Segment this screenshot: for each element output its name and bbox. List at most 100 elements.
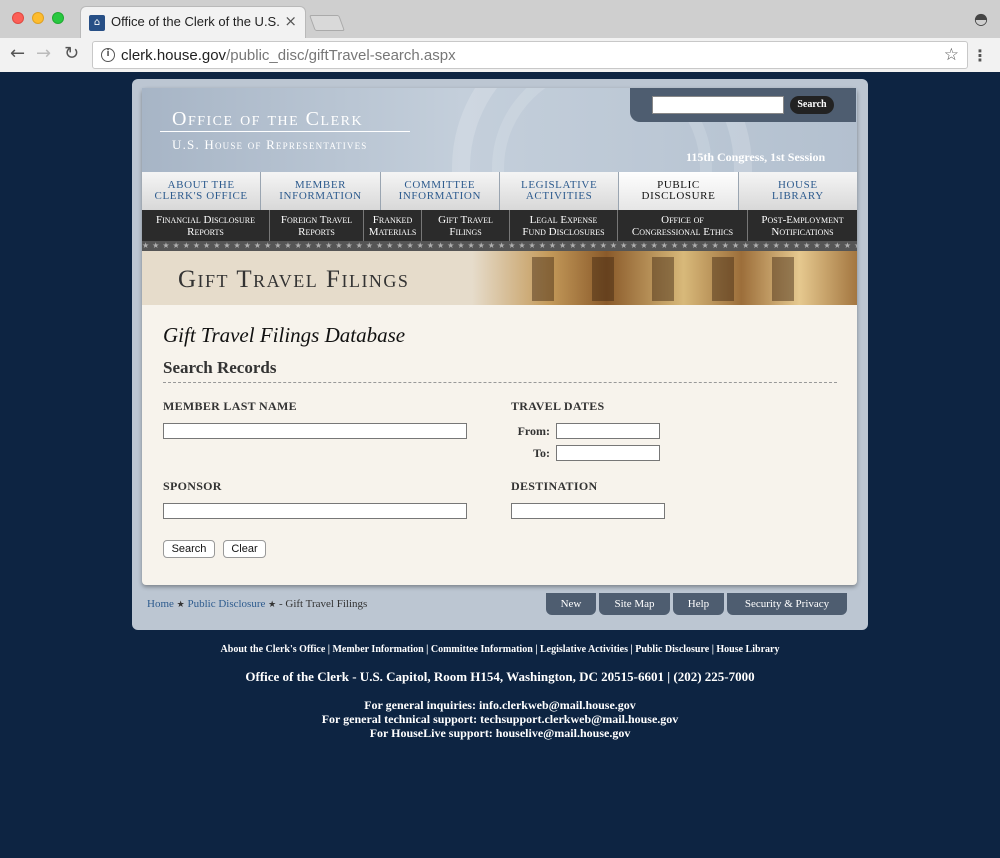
subnav-label-line1: Office of (661, 214, 704, 226)
breadcrumb-current: - Gift Travel Filings (278, 598, 368, 610)
page-title: Gift Travel Filings Database (163, 323, 406, 347)
bookmark-star-icon[interactable]: ☆ (944, 45, 959, 65)
nav-label-line2: Clerk's Office (154, 190, 248, 202)
site-search-input[interactable] (652, 96, 784, 114)
footer-general-inquiries: For general inquiries: info.clerkweb@mai… (364, 698, 636, 712)
subnav-label-line1: Post-Employment (761, 214, 844, 226)
security-privacy-button[interactable]: Security & Privacy (727, 593, 847, 615)
subnav-post-employment-notifications[interactable]: Post-Employment Notifications (748, 210, 857, 241)
browser-tab[interactable]: ⌂ Office of the Clerk of the U.S. × (80, 6, 306, 38)
banner-title: Gift Travel Filings (178, 266, 410, 293)
site-map-button[interactable]: Site Map (599, 593, 670, 615)
subnav-label-line1: Franked (372, 214, 413, 226)
breadcrumb-public-disclosure-link[interactable]: Public Disclosure (187, 598, 265, 610)
subnav-label-line2: Congressional Ethics (631, 226, 734, 238)
subnav-office-of-congressional-ethics[interactable]: Office of Congressional Ethics (618, 210, 748, 241)
footer-houselive-support: For HouseLive support: houselive@mail.ho… (369, 726, 631, 740)
to-date-input[interactable] (556, 445, 660, 461)
subnav-label-line1: Gift Travel (438, 214, 493, 226)
breadcrumb-star-icon: ★ (176, 599, 185, 609)
capitol-favicon-icon: ⌂ (89, 15, 105, 31)
sub-navigation: Financial Disclosure Reports Foreign Trav… (142, 210, 857, 241)
nav-member-information[interactable]: Member Information (261, 172, 381, 210)
member-last-name-label: MEMBER LAST NAME (163, 399, 297, 413)
nav-legislative-activities[interactable]: Legislative Activities (500, 172, 620, 210)
maximize-window-button[interactable] (52, 12, 64, 24)
new-tab-button[interactable] (309, 15, 345, 31)
footer-technical-support: For general technical support: techsuppo… (321, 712, 679, 726)
destination-label: DESTINATION (511, 479, 598, 493)
help-button[interactable]: Help (673, 593, 724, 615)
congress-session: 115th Congress, 1st Session (686, 150, 826, 164)
url-path: /public_disc/giftTravel-search.aspx (226, 47, 456, 64)
subnav-label-line2: Notifications (771, 226, 834, 238)
nav-label-line2: Information (398, 190, 482, 202)
banner-portrait (712, 257, 734, 301)
subnav-gift-travel-filings[interactable]: Gift Travel Filings (422, 210, 510, 241)
to-date-label: To: (533, 446, 550, 460)
footer-links[interactable]: About the Clerk's Office | Member Inform… (0, 644, 1000, 655)
nav-committee-information[interactable]: Committee Information (381, 172, 500, 210)
from-date-label: From: (517, 424, 550, 438)
breadcrumb: Home ★ Public Disclosure ★ - Gift Travel… (147, 598, 367, 610)
close-tab-icon[interactable]: × (284, 12, 297, 30)
subnav-label-line1: Financial Disclosure (155, 214, 256, 226)
subnav-label-line1: Foreign Travel (280, 214, 353, 226)
header-divider (160, 131, 410, 132)
forward-arrow-icon[interactable]: → (36, 43, 51, 64)
footer-address: Office of the Clerk - U.S. Capitol, Room… (245, 669, 755, 684)
site-search-button[interactable]: Search (790, 96, 834, 114)
subnav-franked-materials[interactable]: Franked Materials (364, 210, 422, 241)
subnav-financial-disclosure-reports[interactable]: Financial Disclosure Reports (142, 210, 270, 241)
star-divider-strip: ★★★★★★★★★★★★★★★★★★★★★★★★★★★★★★★★★★★★★★★★… (142, 241, 857, 251)
destination-input[interactable] (511, 503, 665, 519)
tab-strip: ⌂ Office of the Clerk of the U.S. × ◓ (0, 0, 1000, 38)
breadcrumb-home-link[interactable]: Home (147, 598, 174, 610)
address-bar[interactable]: i clerk.house.gov/public_disc/giftTravel… (92, 41, 968, 69)
subnav-label-line2: Reports (298, 226, 335, 238)
browser-chrome: ⌂ Office of the Clerk of the U.S. × ◓ ← … (0, 0, 1000, 72)
reload-icon[interactable]: ↻ (64, 43, 79, 64)
banner-portrait (592, 257, 614, 301)
site-subtitle: U.S. House of Representatives (172, 137, 368, 152)
url-text[interactable]: clerk.house.gov/public_disc/giftTravel-s… (121, 47, 456, 64)
browser-toolbar: ← → ↻ i clerk.house.gov/public_disc/gift… (0, 38, 1000, 72)
incognito-icon: ◓ (974, 9, 988, 28)
tab-title: Office of the Clerk of the U.S. (111, 14, 280, 29)
info-icon[interactable]: i (101, 48, 115, 62)
site-title[interactable]: Office of the Clerk (172, 108, 363, 131)
subnav-label-line2: Materials (368, 226, 417, 238)
clear-form-button[interactable]: Clear (223, 540, 266, 558)
nav-label-line2: Activities (525, 190, 593, 202)
minimize-window-button[interactable] (32, 12, 44, 24)
subnav-label-line1: Legal Expense (529, 214, 598, 226)
close-window-button[interactable] (12, 12, 24, 24)
url-domain: clerk.house.gov (121, 47, 227, 64)
nav-house-library[interactable]: House Library (739, 172, 857, 210)
section-heading: Search Records (163, 358, 277, 377)
capitol-hall-photo (472, 251, 857, 305)
travel-dates-label: TRAVEL DATES (511, 399, 605, 413)
sponsor-label: SPONSOR (163, 479, 222, 493)
search-records-button[interactable]: Search (163, 540, 215, 558)
subnav-foreign-travel-reports[interactable]: Foreign Travel Reports (270, 210, 364, 241)
subnav-label-line2: Reports (187, 226, 224, 238)
subnav-label-line2: Filings (449, 226, 482, 238)
nav-about-clerks-office[interactable]: About the Clerk's Office (142, 172, 262, 210)
sponsor-input[interactable] (163, 503, 467, 519)
from-date-input[interactable] (556, 423, 660, 439)
subnav-legal-expense-fund-disclosures[interactable]: Legal Expense Fund Disclosures (510, 210, 618, 241)
nav-public-disclosure[interactable]: Public Disclosure (619, 172, 739, 210)
new-button[interactable]: New (546, 593, 596, 615)
member-last-name-input[interactable] (163, 423, 467, 439)
main-navigation: About the Clerk's Office Member Informatio… (142, 172, 857, 210)
nav-label-line2: Disclosure (641, 190, 716, 202)
browser-menu-icon[interactable]: ⋮ (972, 46, 988, 65)
subnav-label-line2: Fund Disclosures (522, 226, 605, 238)
back-arrow-icon[interactable]: ← (10, 43, 25, 64)
banner-portrait (772, 257, 794, 301)
section-divider (163, 382, 837, 383)
banner-portrait (532, 257, 554, 301)
nav-label-line2: Library (771, 190, 824, 202)
banner-portrait (652, 257, 674, 301)
